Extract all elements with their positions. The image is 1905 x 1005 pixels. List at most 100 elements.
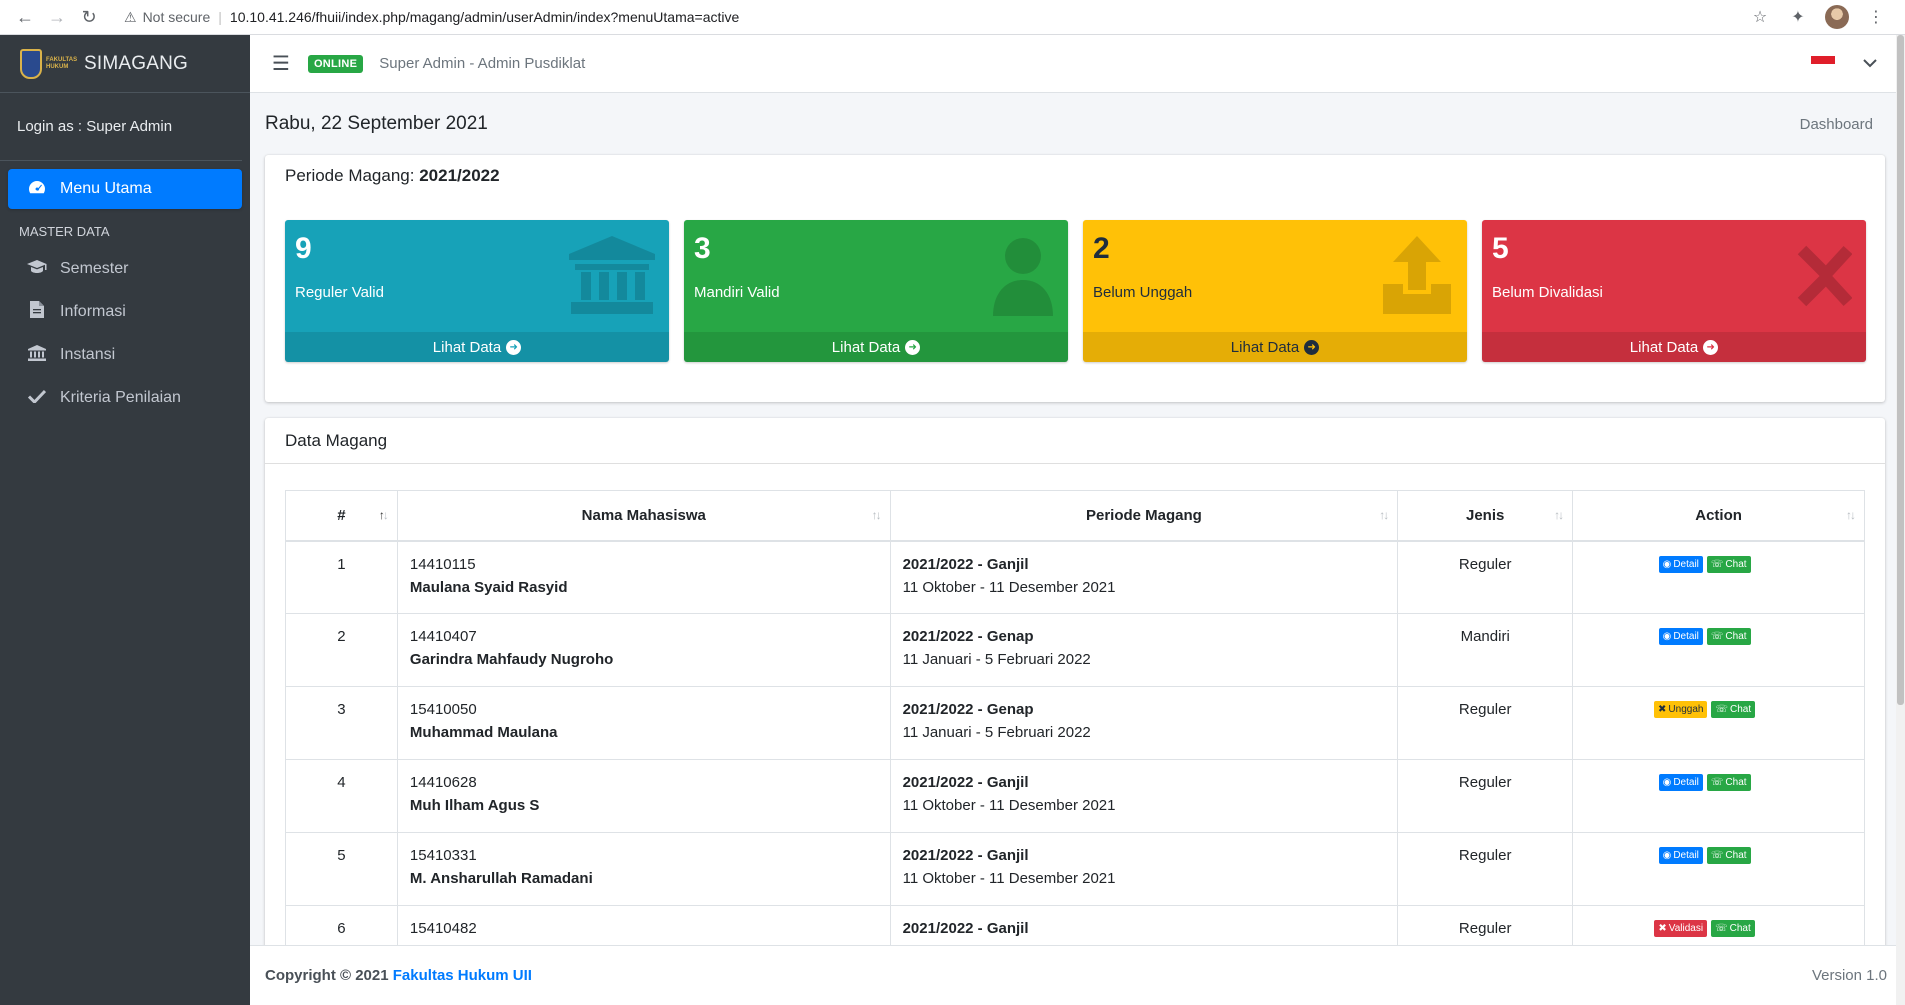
chevron-down-icon[interactable] — [1863, 55, 1877, 73]
cell-periode: 2021/2022 - Ganjil — [889, 905, 1399, 945]
url-text[interactable]: 10.10.41.246/fhuii/index.php/magang/admi… — [230, 9, 739, 25]
unggah-button[interactable]: ✖ Unggah — [1654, 701, 1708, 718]
cell-no: 5 — [285, 832, 398, 906]
page-scrollbar[interactable] — [1896, 35, 1905, 1005]
column-header-no[interactable]: # ↑↓ — [285, 490, 398, 542]
whatsapp-icon: ☏ — [1715, 923, 1728, 934]
chat-button[interactable]: ☏ Chat — [1711, 920, 1755, 937]
chat-button[interactable]: ☏ Chat — [1706, 847, 1751, 864]
scrollbar-thumb[interactable] — [1897, 35, 1904, 705]
detail-button[interactable]: ◉ Detail — [1658, 628, 1703, 645]
cell-nim: 15410331 — [409, 847, 477, 864]
stat-value: 3 — [694, 232, 711, 265]
sort-icon: ↑↓ — [1379, 508, 1389, 522]
table-wrapper: # ↑↓ Nama Mahasiswa ↑↓ Periode Magang ↑↓ Je… — [285, 490, 1865, 945]
cell-nim: 15410482 — [409, 920, 477, 937]
hamburger-menu-icon[interactable]: ☰ — [272, 51, 290, 76]
detail-button[interactable]: ◉ Detail — [1658, 555, 1703, 573]
org-link[interactable]: Fakultas Hukum UII — [393, 967, 532, 984]
cell-jenis: Mandiri — [1397, 613, 1574, 687]
address-bar[interactable]: ⚠ Not secure | 10.10.41.246/fhuii/index.… — [114, 3, 1749, 31]
cell-action: ✖ Validasi ☏ Chat — [1572, 905, 1865, 945]
chat-button[interactable]: ☏ Chat — [1706, 628, 1751, 645]
table-row: 3 15410050 Muhammad Maulana 2021/2022 - G… — [285, 686, 1865, 760]
stat-more-link[interactable]: Lihat Data ➜ — [684, 332, 1068, 362]
column-header-nama[interactable]: Nama Mahasiswa ↑↓ — [396, 490, 891, 542]
language-flag-icon[interactable] — [1811, 56, 1835, 72]
chat-button[interactable]: ☏ Chat — [1706, 774, 1751, 791]
table-row: 4 14410628 Muh Ilham Agus S 2021/2022 - G… — [285, 759, 1865, 833]
menu-section-header: MASTER DATA — [19, 224, 110, 239]
cell-no: 4 — [285, 759, 398, 833]
sort-icon: ↑↓ — [1554, 508, 1564, 522]
profile-avatar[interactable] — [1825, 5, 1849, 29]
sidebar-item-menu-utama[interactable]: Menu Utama — [8, 169, 242, 209]
column-header-periode[interactable]: Periode Magang ↑↓ — [889, 490, 1399, 542]
sidebar-item-kriteria-penilaian[interactable]: Kriteria Penilaian — [8, 378, 242, 418]
detail-button[interactable]: ◉ Detail — [1658, 847, 1703, 864]
cell-periode-name: 2021/2022 - Genap — [902, 628, 1034, 645]
cell-name: Muh Ilham Agus S — [409, 797, 540, 814]
content-header: Rabu, 22 September 2021 Dashboard — [250, 93, 1905, 155]
cell-name: M. Ansharullah Ramadani — [409, 870, 593, 887]
arrow-circle-right-icon: ➜ — [1703, 339, 1719, 355]
file-icon — [26, 301, 48, 323]
sort-icon: ↑↓ — [378, 508, 389, 522]
arrow-circle-right-icon: ➜ — [905, 339, 921, 355]
chat-button[interactable]: ☏ Chat — [1706, 555, 1751, 573]
cell-periode: 2021/2022 - Genap 11 Januari - 5 Februari… — [889, 613, 1399, 687]
breadcrumb[interactable]: Dashboard — [1800, 116, 1873, 133]
cell-name: Maulana Syaid Rasyid — [409, 578, 568, 596]
table-header-row: # ↑↓ Nama Mahasiswa ↑↓ Periode Magang ↑↓ Je… — [285, 490, 1865, 542]
sidebar-item-informasi[interactable]: Informasi — [8, 292, 242, 332]
column-header-jenis[interactable]: Jenis ↑↓ — [1397, 490, 1574, 542]
status-badge: ONLINE — [307, 54, 364, 73]
detail-button[interactable]: ◉ Detail — [1658, 774, 1703, 791]
extensions-icon[interactable]: ✦ — [1787, 6, 1809, 28]
stat-more-link[interactable]: Lihat Data ➜ — [1083, 332, 1467, 362]
cell-periode-name: 2021/2022 - Ganjil — [902, 920, 1029, 937]
bank-icon — [569, 236, 655, 314]
stat-more-link[interactable]: Lihat Data ➜ — [1482, 332, 1866, 362]
main-content: Rabu, 22 September 2021 Dashboard Period… — [250, 93, 1905, 945]
brand-link[interactable]: FAKULTAS HUKUM SIMAGANG — [0, 35, 250, 93]
periode-value: 2021/2022 — [419, 166, 500, 185]
copyright-text: Copyright © 2021 — [265, 967, 389, 984]
sidebar-menu: Menu Utama MASTER DATA Semester Informas… — [0, 169, 250, 418]
eye-icon: ◉ — [1662, 777, 1672, 788]
cell-periode-date: 11 Januari - 5 Februari 2022 — [902, 651, 1091, 668]
cell-periode-date: 11 Oktober - 11 Desember 2021 — [902, 578, 1116, 596]
bookmark-star-icon[interactable]: ☆ — [1749, 6, 1771, 28]
stat-value: 9 — [295, 232, 312, 265]
stat-label: Belum Divalidasi — [1492, 284, 1603, 301]
periode-label: Periode Magang: — [285, 166, 415, 185]
stat-more-link[interactable]: Lihat Data ➜ — [285, 332, 669, 362]
cell-periode-name: 2021/2022 - Genap — [902, 701, 1034, 718]
close-icon — [1797, 245, 1852, 307]
stat-box-belum-divalidasi: 5 Belum Divalidasi Lihat Data ➜ — [1482, 220, 1866, 362]
sidebar-item-instansi[interactable]: Instansi — [8, 335, 242, 375]
url-separator: | — [218, 9, 222, 25]
version-text: Version 1.0 — [1811, 967, 1887, 984]
cell-jenis: Reguler — [1397, 540, 1574, 614]
sort-icon: ↑↓ — [871, 508, 882, 522]
stat-boxes: 9 Reguler Valid Lihat Data ➜ 3 Mandiri Va… — [285, 220, 1866, 362]
column-header-action[interactable]: Action ↑↓ — [1572, 490, 1865, 542]
reload-icon[interactable]: ↻ — [74, 2, 104, 32]
browser-menu-icon[interactable]: ⋮ — [1865, 6, 1887, 28]
cell-no: 2 — [285, 613, 398, 687]
table-row: 5 15410331 M. Ansharullah Ramadani 2021/2… — [285, 832, 1865, 906]
chat-button[interactable]: ☏ Chat — [1711, 701, 1756, 718]
arrow-circle-right-icon: ➜ — [506, 339, 522, 355]
cell-nama: 14410115 Maulana Syaid Rasyid — [396, 540, 891, 614]
arrow-circle-right-icon: ➜ — [1304, 339, 1320, 355]
validasi-button[interactable]: ✖ Validasi — [1654, 920, 1708, 937]
whatsapp-icon: ☏ — [1710, 850, 1724, 861]
forward-icon[interactable]: → — [42, 2, 72, 32]
browser-toolbar: ← → ↻ ⚠ Not secure | 10.10.41.246/fhuii/… — [0, 0, 1905, 35]
cell-nim: 14410407 — [409, 628, 477, 645]
stat-box-belum-unggah: 2 Belum Unggah Lihat Data ➜ — [1083, 220, 1467, 362]
back-icon[interactable]: ← — [10, 2, 40, 32]
cell-nama: 15410482 — [396, 905, 891, 945]
sidebar-item-semester[interactable]: Semester — [8, 249, 242, 289]
